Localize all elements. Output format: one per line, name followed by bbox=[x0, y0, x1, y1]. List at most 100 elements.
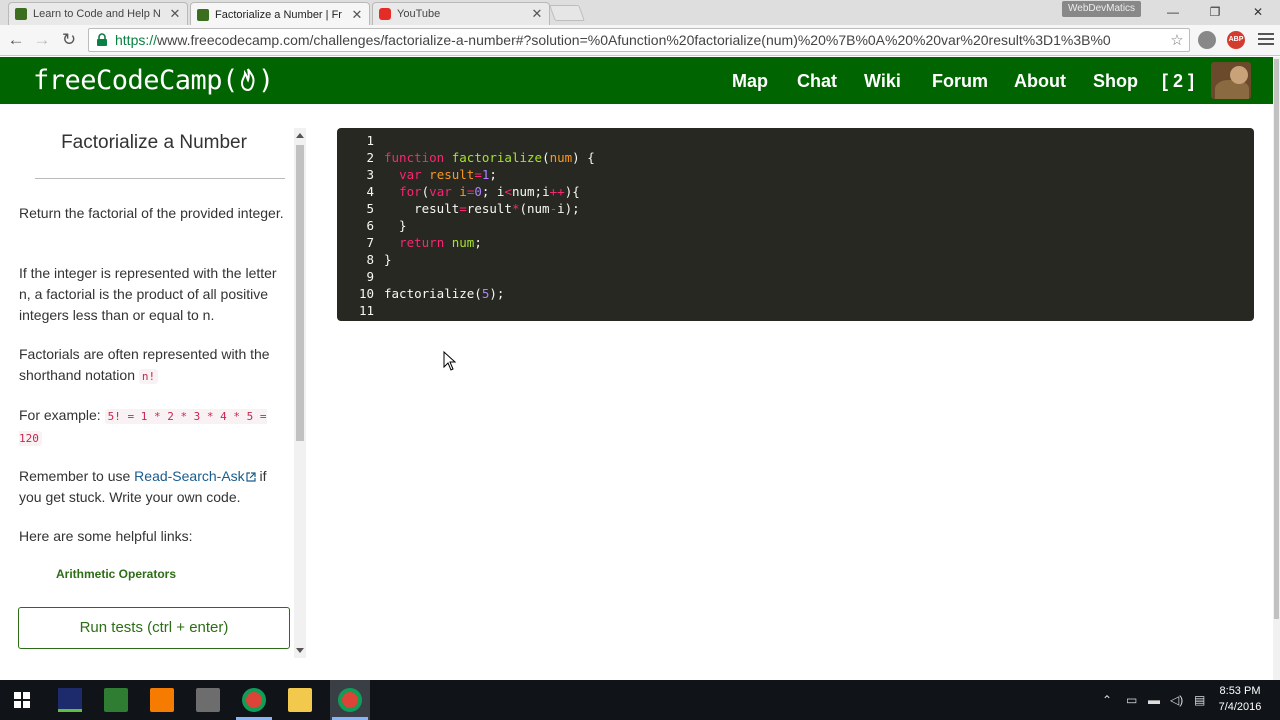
line-number: 6 bbox=[366, 218, 374, 233]
url-text: https://www.freecodecamp.com/challenges/… bbox=[115, 32, 1168, 48]
code-line: 8} bbox=[337, 251, 391, 268]
arithmetic-operators-link[interactable]: Arithmetic Operators bbox=[56, 567, 176, 581]
file-explorer-icon[interactable] bbox=[288, 688, 312, 712]
clock-date[interactable]: 7/4/2016 bbox=[1216, 701, 1264, 713]
nav-chat[interactable]: Chat bbox=[797, 71, 837, 92]
line-number: 5 bbox=[366, 201, 374, 216]
restore-icon[interactable]: ❐ bbox=[1202, 3, 1228, 21]
volume-icon[interactable]: ◁) bbox=[1170, 693, 1183, 707]
browser-tab-youtube[interactable]: YouTube ✕ bbox=[372, 2, 550, 25]
paragraph-text: For example: bbox=[19, 407, 105, 423]
nav-wiki[interactable]: Wiki bbox=[864, 71, 901, 92]
close-tab-icon[interactable]: ✕ bbox=[531, 6, 543, 22]
code-line: 2 function factorialize(num) { bbox=[337, 149, 594, 166]
app-icon[interactable] bbox=[196, 688, 220, 712]
address-bar[interactable]: https://www.freecodecamp.com/challenges/… bbox=[88, 28, 1190, 52]
scroll-up-arrow-icon[interactable] bbox=[296, 133, 304, 138]
clock-time[interactable]: 8:53 PM bbox=[1218, 685, 1262, 697]
logo-text: freeCodeCamp( bbox=[33, 65, 238, 96]
site-navbar: freeCodeCamp() Map Chat Wiki Forum About… bbox=[0, 57, 1280, 104]
reload-icon[interactable]: ↻ bbox=[58, 30, 80, 50]
new-tab-button[interactable] bbox=[549, 5, 585, 21]
code-editor[interactable]: 1 2 function factorialize(num) { 3 var re… bbox=[337, 128, 1254, 321]
nav-about[interactable]: About bbox=[1014, 71, 1066, 92]
line-number: 11 bbox=[358, 303, 374, 318]
link-text: Read-Search-Ask bbox=[134, 468, 245, 484]
mouse-pointer-icon bbox=[443, 351, 457, 371]
read-search-ask-link[interactable]: Read-Search-Ask bbox=[134, 468, 256, 484]
instruction-paragraph-5: Remember to use Read-Search-Ask if you g… bbox=[19, 466, 291, 508]
browser-tab-learn-to-code[interactable]: Learn to Code and Help N ✕ bbox=[8, 2, 188, 25]
notifications-icon[interactable]: ▤ bbox=[1194, 693, 1205, 707]
browser-tab-bar: Learn to Code and Help N ✕ Factorialize … bbox=[0, 0, 1280, 26]
sublime-icon[interactable] bbox=[150, 688, 174, 712]
flame-icon bbox=[240, 68, 255, 92]
tab-label: Learn to Code and Help N bbox=[33, 8, 161, 20]
bookmark-star-icon[interactable]: ☆ bbox=[1168, 31, 1186, 49]
instruction-paragraph-4: For example: 5! = 1 * 2 * 3 * 4 * 5 = 12… bbox=[19, 405, 291, 449]
notepad-icon[interactable] bbox=[104, 688, 128, 712]
lock-icon bbox=[97, 33, 107, 46]
code-line: 5 result=result*(num-i); bbox=[337, 200, 579, 217]
close-tab-icon[interactable]: ✕ bbox=[169, 6, 181, 22]
freecodecamp-logo[interactable]: freeCodeCamp() bbox=[33, 65, 274, 96]
minimize-icon[interactable]: — bbox=[1160, 3, 1186, 21]
forward-arrow-icon[interactable]: → bbox=[31, 30, 53, 50]
line-number: 3 bbox=[366, 167, 374, 182]
network-icon[interactable]: ▭ bbox=[1126, 693, 1137, 707]
profile-label[interactable]: WebDevMatics bbox=[1062, 1, 1142, 17]
line-number: 7 bbox=[366, 235, 374, 250]
tab-label: YouTube bbox=[397, 8, 441, 20]
nav-shop[interactable]: Shop bbox=[1093, 71, 1138, 92]
youtube-favicon-icon bbox=[379, 8, 391, 20]
browser-menu-icon[interactable] bbox=[1258, 33, 1274, 47]
challenge-instructions-panel: Factorialize a Number Return the factori… bbox=[0, 104, 308, 680]
browser-tab-factorialize[interactable]: Factorialize a Number | Fr ✕ bbox=[190, 2, 370, 26]
url-path: www.freecodecamp.com/challenges/factoria… bbox=[157, 32, 1111, 48]
url-protocol: https:// bbox=[115, 32, 158, 48]
nav-map[interactable]: Map bbox=[732, 71, 768, 92]
tray-chevron-icon[interactable]: ⌃ bbox=[1102, 693, 1112, 707]
extension-icon[interactable] bbox=[1198, 31, 1216, 49]
line-number: 10 bbox=[358, 286, 374, 301]
user-avatar[interactable] bbox=[1211, 62, 1251, 99]
chrome-icon[interactable] bbox=[338, 688, 362, 712]
title-divider bbox=[35, 178, 285, 179]
external-link-icon bbox=[246, 472, 256, 482]
instructions-scrollbar[interactable] bbox=[294, 128, 306, 658]
nav-points[interactable]: [ 2 ] bbox=[1162, 71, 1194, 92]
line-number: 8 bbox=[366, 252, 374, 267]
instruction-paragraph-3: Factorials are often represented with th… bbox=[19, 344, 291, 387]
windows-taskbar: ⌃ ▭ ▬ ◁) ▤ 8:53 PM 7/4/2016 bbox=[0, 680, 1280, 720]
scrollbar-thumb[interactable] bbox=[296, 145, 304, 441]
browser-toolbar: ← → ↻ https://www.freecodecamp.com/chall… bbox=[0, 25, 1280, 56]
instruction-paragraph-1: Return the factorial of the provided int… bbox=[19, 205, 284, 221]
code-line: 1 bbox=[337, 132, 384, 149]
fcc-favicon-icon bbox=[197, 8, 209, 21]
close-tab-icon[interactable]: ✕ bbox=[351, 7, 363, 23]
code-line: 9 bbox=[337, 268, 384, 285]
line-number: 9 bbox=[366, 269, 374, 284]
code-line: 11 bbox=[337, 302, 384, 319]
app-icon[interactable] bbox=[58, 688, 82, 712]
line-number: 4 bbox=[366, 184, 374, 199]
inline-code: n! bbox=[138, 369, 159, 384]
back-arrow-icon[interactable]: ← bbox=[5, 30, 27, 50]
code-line: 7 return num; bbox=[337, 234, 481, 251]
page-scrollbar[interactable] bbox=[1273, 57, 1280, 680]
windows-start-icon[interactable] bbox=[14, 692, 30, 708]
close-window-icon[interactable]: ✕ bbox=[1245, 3, 1271, 21]
tab-label: Factorialize a Number | Fr bbox=[215, 8, 342, 21]
nav-forum[interactable]: Forum bbox=[932, 71, 988, 92]
paragraph-text: Remember to use bbox=[19, 468, 135, 484]
chrome-icon[interactable] bbox=[242, 688, 266, 712]
code-line: 10 factorialize(5); bbox=[337, 285, 505, 302]
code-line: 6 } bbox=[337, 217, 406, 234]
scroll-down-arrow-icon[interactable] bbox=[296, 648, 304, 653]
challenge-title: Factorialize a Number bbox=[61, 132, 247, 153]
run-tests-button[interactable]: Run tests (ctrl + enter) bbox=[18, 607, 290, 649]
adblock-plus-icon[interactable]: ABP bbox=[1227, 31, 1245, 49]
line-number: 2 bbox=[366, 150, 374, 165]
battery-icon[interactable]: ▬ bbox=[1148, 693, 1160, 707]
logo-close: ) bbox=[257, 65, 274, 96]
